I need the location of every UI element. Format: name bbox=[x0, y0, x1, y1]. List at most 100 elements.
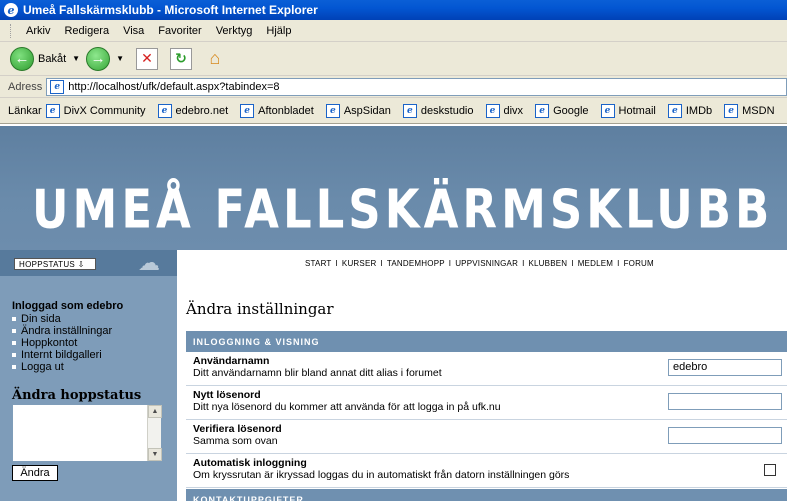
section-header-login: INLOGGNING & VISNING bbox=[186, 331, 787, 352]
window-title: Umeå Fallskärmsklubb - Microsoft Interne… bbox=[23, 3, 318, 17]
sidebar-item-bildgalleri[interactable]: Internt bildgalleri bbox=[12, 349, 112, 361]
site-banner: UMEÅ FALLSKÄRMSKLUBB bbox=[0, 126, 787, 250]
nav-start[interactable]: START bbox=[305, 259, 331, 268]
menu-hjalp[interactable]: Hjälp bbox=[259, 25, 298, 37]
cloud-icon: ☁ bbox=[138, 250, 160, 275]
menu-visa[interactable]: Visa bbox=[116, 25, 151, 37]
auto-login-checkbox[interactable] bbox=[764, 464, 776, 476]
menu-arkiv[interactable]: Arkiv bbox=[19, 25, 57, 37]
form-row-new-password: Nytt lösenord Ditt nya lösenord du komme… bbox=[186, 386, 787, 420]
back-arrow-icon: ← bbox=[10, 46, 34, 71]
link-label: MSDN bbox=[742, 104, 775, 117]
hoppstatus-strip: HOPPSTATUS ⇩ ☁ bbox=[0, 250, 177, 276]
address-label: Adress bbox=[8, 80, 43, 93]
textarea-scrollbar[interactable]: ▲ ▼ bbox=[147, 405, 162, 461]
scroll-down-icon[interactable]: ▼ bbox=[148, 448, 162, 461]
sidebar-item-label: Logga ut bbox=[21, 361, 64, 373]
back-dropdown-icon[interactable]: ▼ bbox=[72, 54, 80, 63]
sidebar-item-andra-installningar[interactable]: Ändra inställningar bbox=[12, 325, 112, 337]
ie-icon: e bbox=[4, 3, 18, 17]
andra-button[interactable]: Ändra bbox=[12, 465, 58, 481]
window-titlebar: e Umeå Fallskärmsklubb - Microsoft Inter… bbox=[0, 0, 787, 20]
nav-separator: I bbox=[617, 258, 620, 268]
bullet-icon bbox=[12, 317, 16, 321]
sidebar-item-logga-ut[interactable]: Logga ut bbox=[12, 361, 112, 373]
nav-forum[interactable]: FORUM bbox=[624, 259, 654, 268]
sidebar-item-label: Din sida bbox=[21, 313, 61, 325]
link-aftonbladet[interactable]: e Aftonbladet bbox=[240, 103, 314, 118]
address-url: http://localhost/ufk/default.aspx?tabind… bbox=[68, 80, 280, 93]
bullet-icon bbox=[12, 365, 16, 369]
link-imdb[interactable]: e IMDb bbox=[667, 103, 712, 118]
back-label: Bakåt bbox=[38, 52, 67, 65]
sidebar-item-label: Ändra inställningar bbox=[21, 325, 113, 337]
link-aspsidan[interactable]: e AspSidan bbox=[325, 103, 391, 118]
hoppstatus-button[interactable]: HOPPSTATUS ⇩ bbox=[14, 258, 96, 270]
menu-favoriter[interactable]: Favoriter bbox=[151, 25, 208, 37]
link-page-icon: e bbox=[157, 103, 172, 118]
link-msdn[interactable]: e MSDN bbox=[724, 103, 775, 118]
nav-klubben[interactable]: KLUBBEN bbox=[529, 259, 568, 268]
link-label: Aftonbladet bbox=[258, 104, 314, 117]
standard-toolbar: ← Bakåt ▼ → ▼ ✕ ↻ ⌂ bbox=[0, 42, 787, 76]
address-input[interactable]: e http://localhost/ufk/default.aspx?tabi… bbox=[46, 77, 787, 96]
new-password-label: Nytt lösenord bbox=[193, 389, 261, 401]
menu-verktyg[interactable]: Verktyg bbox=[209, 25, 260, 37]
link-page-icon: e bbox=[667, 103, 682, 118]
menu-redigera[interactable]: Redigera bbox=[57, 25, 116, 37]
auto-login-label: Automatisk inloggning bbox=[193, 457, 307, 469]
link-page-icon: e bbox=[325, 103, 340, 118]
hoppstatus-textarea[interactable]: ▲ ▼ bbox=[12, 404, 162, 462]
link-label: Hotmail bbox=[618, 104, 656, 117]
hoppstatus-title: Ändra hoppstatus bbox=[12, 388, 142, 403]
nav-separator: I bbox=[448, 258, 452, 268]
auto-login-desc: Om kryssrutan är ikryssad loggas du in a… bbox=[193, 469, 570, 481]
link-edebro[interactable]: e edebro.net bbox=[157, 103, 228, 118]
nav-separator: I bbox=[522, 258, 525, 268]
nav-tandemhopp[interactable]: TANDEMHOPP bbox=[387, 259, 445, 268]
home-icon[interactable]: ⌂ bbox=[204, 48, 226, 70]
new-password-input[interactable] bbox=[668, 393, 782, 410]
nav-separator: I bbox=[335, 258, 338, 268]
link-hotmail[interactable]: e Hotmail bbox=[600, 103, 656, 118]
logged-in-heading: Inloggad som edebro bbox=[12, 300, 124, 312]
page-icon: e bbox=[50, 79, 65, 94]
link-page-icon: e bbox=[45, 103, 60, 118]
link-divx-community[interactable]: e DivX Community bbox=[45, 103, 146, 118]
refresh-icon[interactable]: ↻ bbox=[169, 47, 192, 70]
sidebar: Inloggad som edebro Din sida Ändra instä… bbox=[0, 276, 177, 501]
new-password-desc: Ditt nya lösenord du kommer att använda … bbox=[193, 401, 501, 413]
section-header-contact: KONTAKTUPPGIFTER bbox=[186, 489, 787, 501]
sidebar-item-hoppkontot[interactable]: Hoppkontot bbox=[12, 337, 112, 349]
sidebar-item-din-sida[interactable]: Din sida bbox=[12, 313, 112, 325]
nav-medlem[interactable]: MEDLEM bbox=[578, 259, 613, 268]
link-label: Google bbox=[553, 104, 589, 117]
main-nav: START I KURSER I TANDEMHOPP I UPPVISNING… bbox=[177, 250, 787, 276]
link-page-icon: e bbox=[402, 103, 417, 118]
nav-kurser[interactable]: KURSER bbox=[342, 259, 377, 268]
verify-password-input[interactable] bbox=[668, 427, 782, 444]
forward-button[interactable]: → ▼ bbox=[86, 46, 124, 71]
link-label: deskstudio bbox=[420, 104, 474, 117]
site-title: UMEÅ FALLSKÄRMSKLUBB bbox=[32, 178, 774, 241]
link-google[interactable]: e Google bbox=[535, 103, 589, 118]
link-deskstudio[interactable]: e deskstudio bbox=[402, 103, 474, 118]
link-divx[interactable]: e divx bbox=[485, 103, 523, 118]
forward-dropdown-icon[interactable]: ▼ bbox=[116, 54, 124, 63]
bullet-icon bbox=[12, 341, 16, 345]
link-label: DivX Community bbox=[63, 104, 146, 117]
scroll-up-icon[interactable]: ▲ bbox=[148, 405, 162, 418]
link-page-icon: e bbox=[535, 103, 550, 118]
nav-separator: I bbox=[571, 258, 574, 268]
back-button[interactable]: ← Bakåt ▼ bbox=[10, 46, 80, 71]
sidebar-item-label: Hoppkontot bbox=[21, 337, 78, 349]
menu-bar: Arkiv Redigera Visa Favoriter Verktyg Hj… bbox=[0, 20, 787, 42]
username-input[interactable]: edebro bbox=[668, 359, 782, 376]
stop-icon[interactable]: ✕ bbox=[135, 47, 158, 70]
link-page-icon: e bbox=[485, 103, 500, 118]
main-content: Ändra inställningar INLOGGNING & VISNING… bbox=[177, 276, 787, 501]
nav-uppvisningar[interactable]: UPPVISNINGAR bbox=[455, 259, 518, 268]
form-row-verify-password: Verifiera lösenord Samma som ovan bbox=[186, 420, 787, 454]
link-label: AspSidan bbox=[343, 104, 391, 117]
link-page-icon: e bbox=[600, 103, 615, 118]
